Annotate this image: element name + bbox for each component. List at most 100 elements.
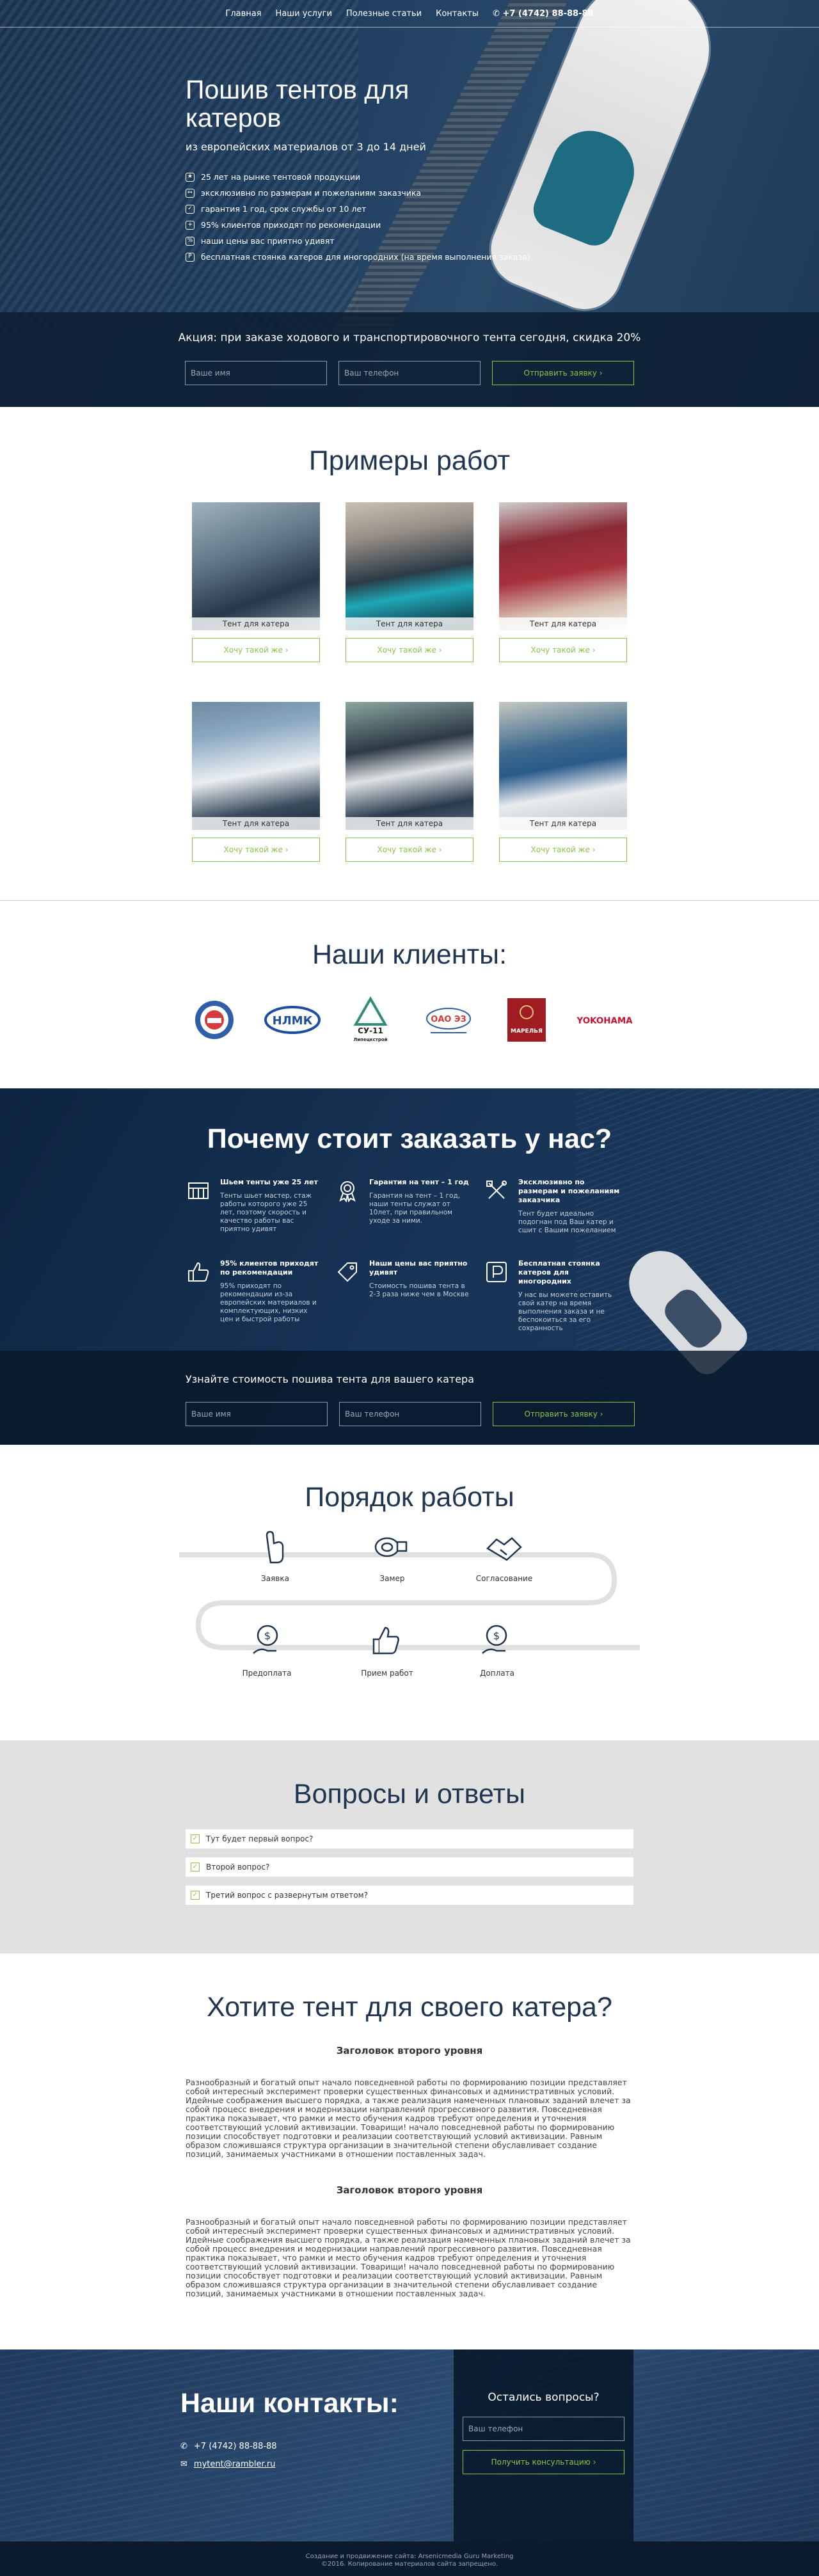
contacts-title: Наши контакты: [180,2388,399,2419]
benefit-title: Шьем тенты уже 25 лет [220,1178,318,1186]
client-logo-oaoez: ОАО ЭЗ [420,996,477,1044]
phone-icon: ✆ [493,8,500,19]
nav-services[interactable]: Наши услуги [276,9,332,19]
work-caption: Тент для катера [192,617,320,630]
client-logo-marelya: МАРЕЛЬЯ [498,996,555,1044]
contact-phone[interactable]: ✆ +7 (4742) 88-88-88 [180,2442,277,2451]
nav-articles[interactable]: Полезные статьи [346,9,422,19]
contact-email[interactable]: ✉ mytent@rambler.ru [180,2460,275,2469]
work-photo[interactable]: Тент для катера [499,502,627,630]
nlmk-logo-text: НЛМК [273,1014,313,1028]
benefit-title: Эксклюзивно по размерам и пожеланиям зак… [518,1178,620,1204]
works-grid: Тент для катера Хочу такой же › Тент для… [192,502,627,862]
name-input[interactable] [186,1402,328,1426]
request-icon [266,1530,284,1564]
promo-bar: Акция: при заказе ходового и транспортир… [0,312,819,407]
benefits-grid: Шьем тенты уже 25 лет Тенты шьет мастер, … [186,1178,633,1333]
mail-icon: ✉ [180,2460,187,2469]
process-track [179,1552,640,1650]
step-label: Доплата [480,1669,514,1678]
phone-input[interactable] [463,2417,624,2441]
benefit-text: У нас вы можете оставить свой катер на в… [518,1291,612,1332]
feature-item: ↔ эксклюзивно по размерам и пожеланиям за… [186,188,530,198]
check-icon: ✓ [191,1891,200,1900]
want-same-button[interactable]: Хочу такой же › [346,638,473,662]
shield-icon: ✓ [186,204,195,214]
faq-item[interactable]: ✓ Тут будет первый вопрос? [186,1829,633,1849]
hero-section: Главная Наши услуги Полезные статьи Конт… [0,0,819,407]
faq-title: Вопросы и ответы [293,1779,526,1809]
submit-request-button[interactable]: Отправить заявку › [492,361,634,385]
benefit-title: Бесплатная стоянка катеров для иногородн… [518,1259,600,1285]
consult-form: Остались вопросы? Получить консультацию … [454,2349,633,2541]
benefit-item: 95% клиентов приходят по рекомендации 95%… [186,1259,335,1333]
tag-icon: % [186,236,195,246]
benefit-item: Шьем тенты уже 25 лет Тенты шьет мастер, … [186,1178,335,1235]
marelya-logo-text: МАРЕЛЬЯ [511,1028,543,1035]
step-label: Замер [379,1574,404,1583]
benefit-title: Наши цены вас приятно удивят [369,1259,468,1276]
footer: Создание и продвижение сайта: Arsenicmed… [0,2541,819,2576]
faq-item[interactable]: ✓ Третий вопрос с развернутым ответом? [186,1886,633,1905]
want-same-button[interactable]: Хочу такой же › [192,638,320,662]
check-icon: ✓ [191,1863,200,1872]
faq-list: ✓ Тут будет первый вопрос? ✓ Второй вопрос… [186,1829,633,1905]
work-photo[interactable]: Тент для катера [346,702,473,830]
want-same-button[interactable]: Хочу такой же › [499,838,627,862]
work-photo[interactable]: Тент для катера [192,702,320,830]
benefit-item: Наши цены вас приятно удивят Стоимость по… [335,1259,484,1333]
want-same-button[interactable]: Хочу такой же › [346,838,473,862]
step-label: Согласование [476,1574,532,1583]
client-logo-yokohama: YOKOHAMA [576,996,633,1044]
benefit-title: Гарантия на тент – 1 год [369,1178,469,1186]
main-nav: Главная Наши услуги Полезные статьи Конт… [0,0,819,27]
want-same-button[interactable]: Хочу такой же › [499,638,627,662]
process-section: Порядок работы $ $ Заявка Замер Согласов… [0,1445,819,1740]
award-icon [335,1178,360,1204]
oaoez-logo-text: ОАО ЭЗ [431,1015,466,1024]
phone-input[interactable] [338,361,481,385]
want-same-button[interactable]: Хочу такой же › [192,838,320,862]
feature-item: +95% клиентов приходят по рекомендации [186,220,530,230]
faq-item[interactable]: ✓ Второй вопрос? [186,1857,633,1877]
nav-home[interactable]: Главная [225,9,261,19]
work-photo[interactable]: Тент для катера [499,702,627,830]
work-card: Тент для катера Хочу такой же › [499,702,627,862]
consult-title: Остались вопросы? [488,2391,600,2404]
phone-input[interactable] [339,1402,481,1426]
contacts-section: Наши контакты: ✆ +7 (4742) 88-88-88 ✉ myte… [0,2349,819,2576]
nav-phone[interactable]: ✆ +7 (4742) 88-88-88 [493,9,594,19]
parking-icon: P [186,252,195,262]
contact-email-label: mytent@rambler.ru [193,2460,276,2469]
work-caption: Тент для катера [346,817,473,830]
ruler-icon: ↔ [186,188,195,198]
work-caption: Тент для катера [499,617,627,630]
yokohama-logo-text: YOKOHAMA [576,1017,633,1026]
parking-icon [484,1259,509,1285]
price-request-form: Отправить заявку › [186,1402,819,1426]
benefit-text: Гарантия на тент – 1 год, наши тенты слу… [369,1192,461,1225]
step-label: Заявка [261,1574,289,1583]
contact-phone-label: +7 (4742) 88-88-88 [193,2442,277,2451]
submit-request-button[interactable]: Отправить заявку › [493,1402,635,1426]
thumbs-up-icon [372,1626,399,1655]
clients-title: Наши клиенты: [312,939,507,970]
benefit-item: Гарантия на тент – 1 год Гарантия на тент… [335,1178,484,1235]
client-logos: НЛМК СУ-11 Липецкстрой ОАО ЭЗ МАРЕЛЬЯ YOK… [186,996,633,1044]
benefit-item: Эксклюзивно по размерам и пожеланиям зак… [484,1178,633,1235]
sewing-machine-icon [186,1178,211,1204]
nav-divider [0,27,819,28]
tools-icon [484,1178,509,1204]
work-photo[interactable]: Тент для катера [346,502,473,630]
work-caption: Тент для катера [346,617,473,630]
subheading: Заголовок второго уровня [336,2184,483,2196]
hero-title: Пошив тентов для катеров [186,75,410,132]
faq-question: Второй вопрос? [206,1863,270,1872]
client-logo-nlmk: НЛМК [264,996,321,1044]
name-input[interactable] [185,361,327,385]
get-consultation-button[interactable]: Получить консультацию › [463,2450,624,2474]
work-photo[interactable]: Тент для катера [192,502,320,630]
nav-phone-label: +7 (4742) 88-88-88 [502,8,594,19]
nav-contacts[interactable]: Контакты [436,9,479,19]
seo-text-section: Хотите тент для своего катера? Заголовок… [0,1953,819,2349]
